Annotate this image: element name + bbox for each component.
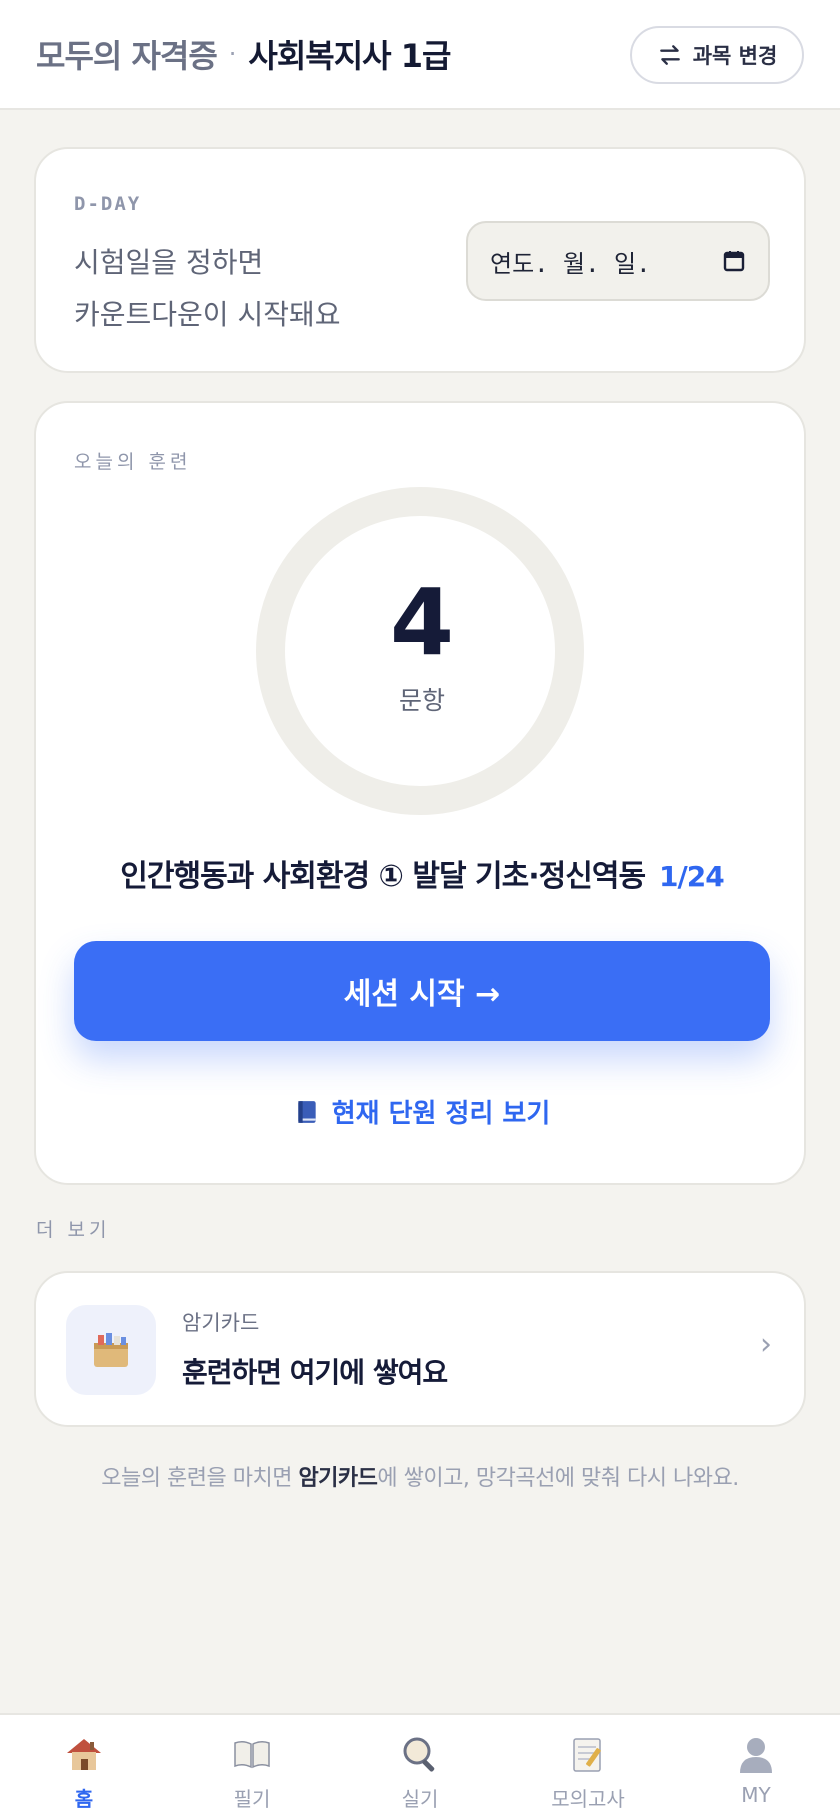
change-subject-button[interactable]: 과목 변경	[630, 26, 804, 84]
home-icon	[67, 1739, 101, 1770]
footer-note-before: 오늘의 훈련을 마치면	[101, 1466, 299, 1491]
nav-item-home[interactable]: 홈	[0, 1715, 168, 1820]
nav-label-written: 필기	[233, 1787, 271, 1811]
question-count: 4	[389, 569, 454, 676]
app-header: 모두의 자격증 · 사회복지사 1급 과목 변경	[0, 0, 840, 110]
flashcard-title: 암기카드	[182, 1311, 260, 1335]
unit-summary-link[interactable]: 현재 단원 정리 보기	[36, 1093, 808, 1130]
flashcard-item[interactable]: 암기카드 훈련하면 여기에 쌓여요 ›	[34, 1271, 806, 1427]
nav-label-home: 홈	[74, 1787, 94, 1811]
dday-card: D-DAY 시험일을 정하면 카운트다운이 시작돼요 연도. 월. 일.	[34, 147, 806, 373]
magnifier-icon	[403, 1737, 435, 1772]
topic-row: 인간행동과 사회환경 ① 발달 기초·정신역동 1/24	[36, 851, 808, 895]
dday-line-2: 카운트다운이 시작돼요	[74, 298, 341, 331]
nav-item-my[interactable]: MY	[672, 1715, 840, 1820]
topic-title: 인간행동과 사회환경 ① 발달 기초·정신역동	[120, 859, 646, 894]
blue-book-icon	[298, 1100, 316, 1123]
dday-tag: D-DAY	[74, 193, 142, 215]
nav-item-written[interactable]: 필기	[168, 1715, 336, 1820]
nav-label-practical: 실기	[401, 1787, 439, 1811]
training-label: 오늘의 훈련	[74, 451, 192, 473]
brand-separator: ·	[228, 40, 237, 68]
change-subject-label: 과목 변경	[692, 44, 778, 68]
topic-progress: 1/24	[659, 860, 725, 893]
flashcard-subtitle: 훈련하면 여기에 쌓여요	[182, 1356, 448, 1389]
exam-date-input[interactable]: 연도. 월. 일.	[466, 221, 770, 301]
calendar-icon[interactable]	[722, 249, 746, 273]
footer-note-bold: 암기카드	[298, 1466, 378, 1491]
nav-item-mock-exam[interactable]: 모의고사	[504, 1715, 672, 1820]
swap-icon	[659, 45, 680, 65]
today-training-card: 오늘의 훈련 4 문항 인간행동과 사회환경 ① 발달 기초·정신역동 1/24 …	[34, 401, 806, 1185]
footer-note: 오늘의 훈련을 마치면 암기카드에 쌓이고, 망각곡선에 맞춰 다시 나와요.	[0, 1460, 840, 1492]
start-session-button[interactable]: 세션 시작 →	[74, 941, 770, 1041]
date-placeholder: 연도. 월. 일.	[490, 249, 651, 278]
dday-line-1: 시험일을 정하면	[74, 246, 264, 279]
memo-icon	[573, 1738, 601, 1772]
subject-title: 사회복지사 1급	[248, 37, 451, 75]
book-icon	[234, 1740, 270, 1769]
more-section-label: 더 보기	[36, 1219, 111, 1241]
nav-item-practical[interactable]: 실기	[336, 1715, 504, 1820]
dday-description: 시험일을 정하면 카운트다운이 시작돼요	[74, 237, 414, 341]
footer-note-after: 에 쌓이고, 망각곡선에 맞춰 다시 나와요.	[377, 1466, 739, 1491]
nav-label-my: MY	[741, 1783, 771, 1807]
chevron-right-icon: ›	[760, 1327, 772, 1362]
flashcard-thumb	[66, 1305, 156, 1395]
nav-label-mock-exam: 모의고사	[551, 1787, 625, 1811]
profile-icon	[740, 1738, 772, 1773]
unit-summary-label: 현재 단원 정리 보기	[331, 1099, 551, 1129]
brand-name: 모두의 자격증	[36, 37, 218, 75]
bottom-nav: 홈 필기 실기 모의고사 MY	[0, 1713, 840, 1820]
question-unit: 문항	[398, 686, 445, 715]
card-box-icon	[94, 1333, 128, 1367]
